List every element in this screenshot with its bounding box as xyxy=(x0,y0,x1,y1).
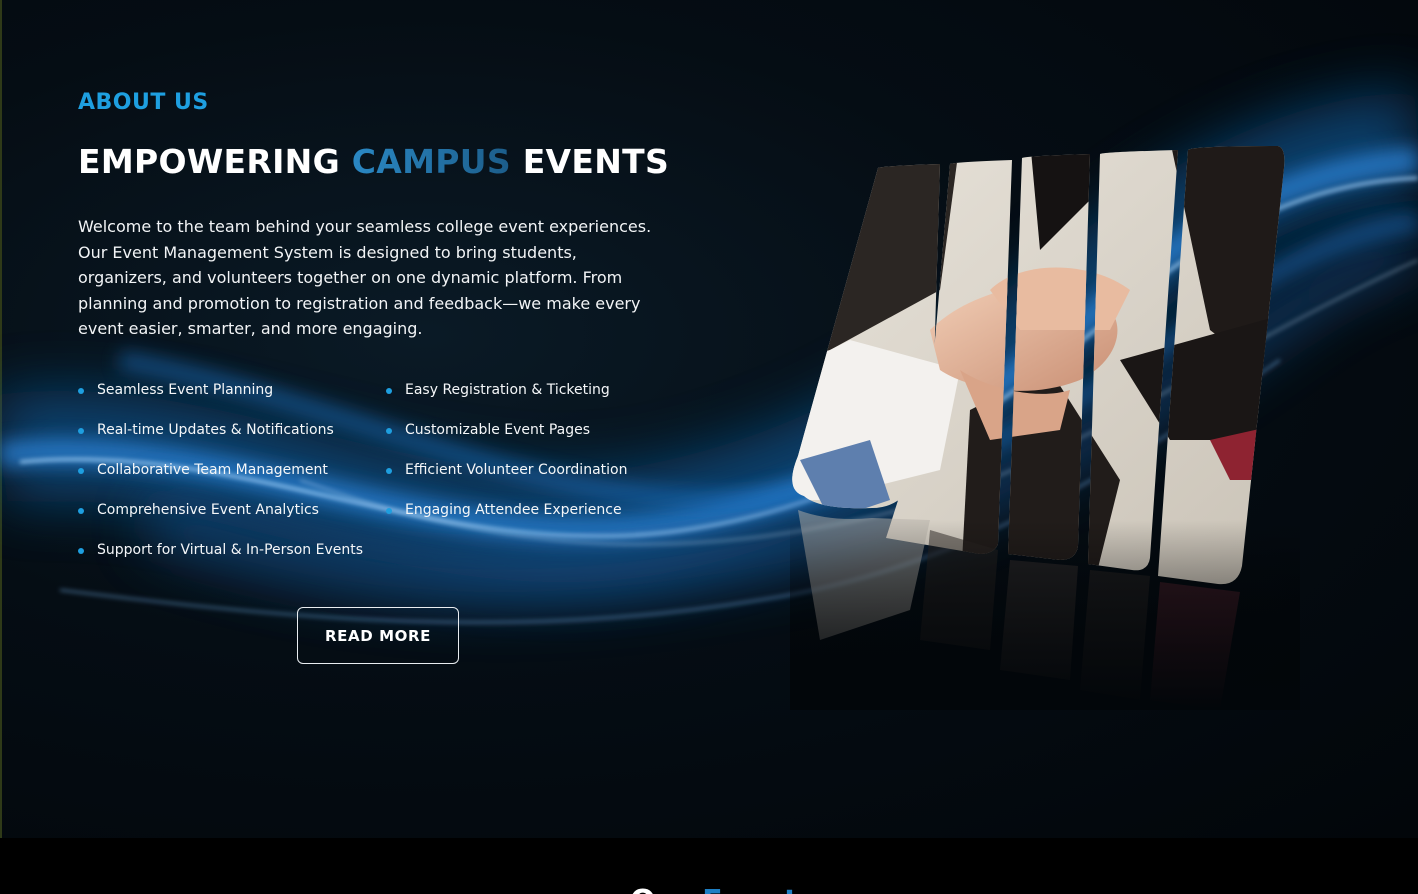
title-accent: CAMPUS xyxy=(351,142,511,181)
feature-item: Seamless Event Planning xyxy=(78,382,273,398)
team-hands-photo-icon xyxy=(790,146,1300,710)
page-title: EMPOWERING CAMPUS EVENTS xyxy=(78,142,669,181)
feature-item: Collaborative Team Management xyxy=(78,462,328,478)
section-eyebrow: ABOUT US xyxy=(78,90,209,115)
feature-item: Efficient Volunteer Coordination xyxy=(386,462,627,478)
feature-item: Real-time Updates & Notifications xyxy=(78,422,334,438)
bullet-icon xyxy=(386,388,392,394)
events-section: Our Events xyxy=(0,838,1418,894)
bullet-icon xyxy=(386,428,392,434)
feature-item: Comprehensive Event Analytics xyxy=(78,502,319,518)
bullet-icon xyxy=(78,548,84,554)
feature-label: Real-time Updates & Notifications xyxy=(97,422,334,438)
read-more-button[interactable]: READ MORE xyxy=(297,607,459,664)
feature-item: Engaging Attendee Experience xyxy=(386,502,622,518)
feature-label: Comprehensive Event Analytics xyxy=(97,502,319,518)
feature-label: Engaging Attendee Experience xyxy=(405,502,622,518)
bullet-icon xyxy=(78,388,84,394)
bullet-icon xyxy=(386,468,392,474)
bullet-icon xyxy=(78,428,84,434)
feature-item: Easy Registration & Ticketing xyxy=(386,382,610,398)
bullet-icon xyxy=(78,468,84,474)
bullet-icon xyxy=(78,508,84,514)
events-title-accent: Events xyxy=(702,884,816,894)
feature-item: Customizable Event Pages xyxy=(386,422,590,438)
feature-label: Customizable Event Pages xyxy=(405,422,591,438)
title-part-2: EVENTS xyxy=(510,142,670,181)
feature-label: Collaborative Team Management xyxy=(97,462,328,478)
about-section: ABOUT US EMPOWERING CAMPUS EVENTS Welcom… xyxy=(0,0,1418,838)
bullet-icon xyxy=(386,508,392,514)
feature-label: Easy Registration & Ticketing xyxy=(405,382,610,398)
title-part-1: EMPOWERING xyxy=(78,142,352,181)
feature-label: Seamless Event Planning xyxy=(97,382,274,398)
feature-label: Support for Virtual & In-Person Events xyxy=(97,542,364,558)
intro-paragraph: Welcome to the team behind your seamless… xyxy=(78,217,652,338)
feature-label: Efficient Volunteer Coordination xyxy=(405,462,628,478)
events-section-title: Our Events xyxy=(630,884,816,894)
events-title-part-1: Our xyxy=(630,884,702,894)
feature-item: Support for Virtual & In-Person Events xyxy=(78,542,363,558)
